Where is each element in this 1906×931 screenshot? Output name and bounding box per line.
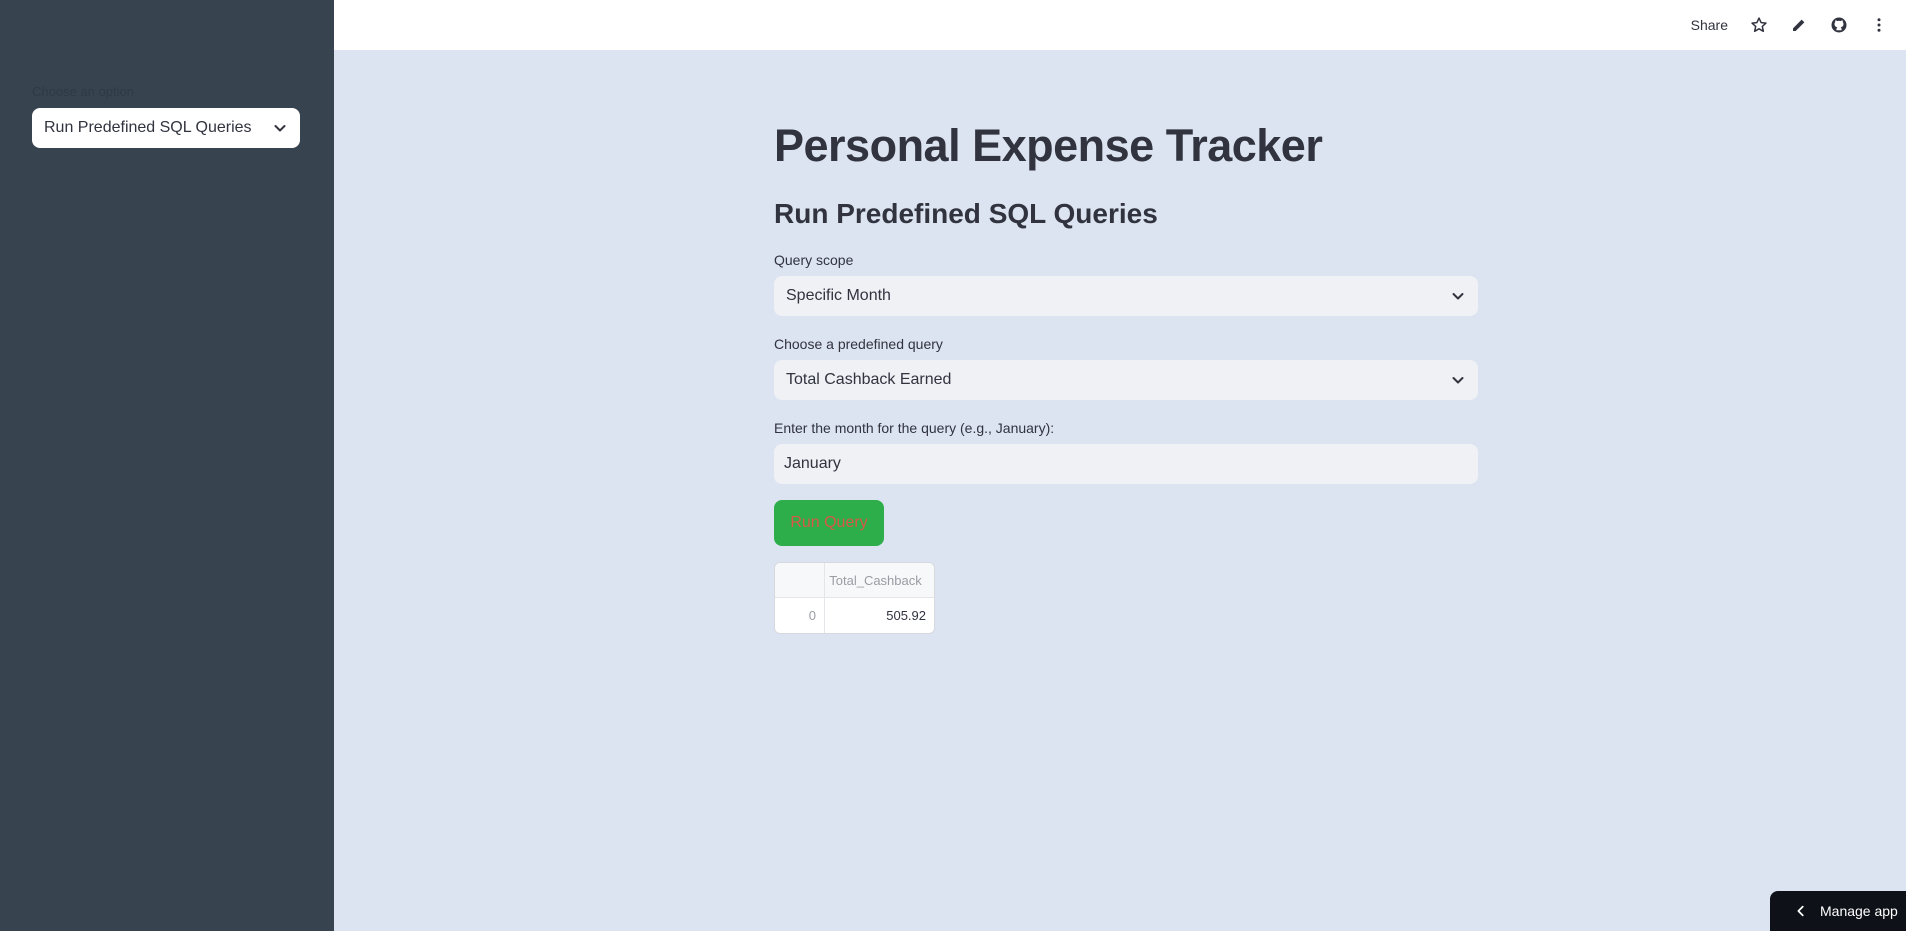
page-title: Personal Expense Tracker [774,120,1323,171]
query-scope-label: Query scope [774,252,854,268]
sidebar-select-label: Choose an option [32,84,134,99]
chevron-down-icon [272,120,288,136]
run-query-button[interactable]: Run Query [774,500,884,546]
chevron-down-icon [1450,372,1466,388]
table-row-index: 0 [775,598,825,633]
table-header-row: Total_Cashback [775,563,934,598]
predefined-query-select[interactable]: Total Cashback Earned [774,360,1478,400]
option-select-value: Run Predefined SQL Queries [44,119,252,136]
manage-app-label: Manage app [1820,903,1898,919]
table-header-cell[interactable]: Total_Cashback [825,563,934,597]
query-scope-select[interactable]: Specific Month [774,276,1478,316]
more-vertical-icon[interactable] [1870,16,1888,34]
header-actions: Share [1691,0,1888,50]
sidebar: Choose an option Run Predefined SQL Quer… [0,0,334,931]
pencil-icon[interactable] [1790,16,1808,34]
chevron-down-icon [1450,288,1466,304]
table-header-index [775,563,825,597]
chevron-left-icon [1794,904,1808,918]
table-row: 0 505.92 [775,598,934,633]
app-header: Share [334,0,1906,50]
section-title: Run Predefined SQL Queries [774,198,1158,229]
result-table: Total_Cashback 0 505.92 [774,562,935,634]
predefined-query-value: Total Cashback Earned [786,371,952,388]
month-input[interactable] [774,444,1478,484]
share-button[interactable]: Share [1691,17,1728,33]
star-icon[interactable] [1750,16,1768,34]
manage-app-button[interactable]: Manage app [1770,891,1906,931]
github-icon[interactable] [1830,16,1848,34]
option-select[interactable]: Run Predefined SQL Queries [32,108,300,148]
query-scope-value: Specific Month [786,287,891,304]
table-cell[interactable]: 505.92 [825,598,934,633]
predefined-query-label: Choose a predefined query [774,336,943,352]
month-input-label: Enter the month for the query (e.g., Jan… [774,420,1055,436]
